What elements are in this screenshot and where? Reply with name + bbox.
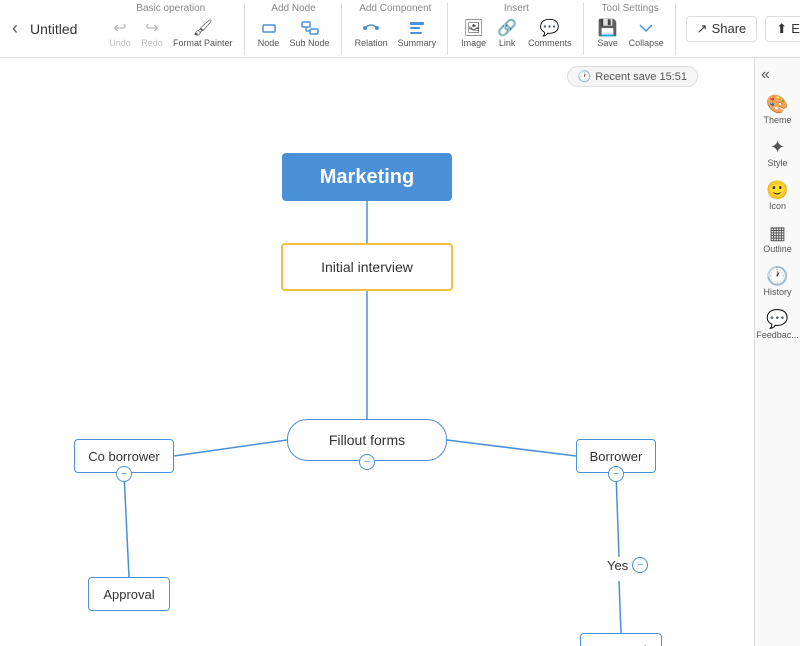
sub-node-icon [301, 18, 319, 38]
link-button[interactable]: 🔗 Link [493, 16, 521, 50]
tool-settings-label: Tool Settings [602, 3, 659, 14]
yes-collapse-btn[interactable]: − [632, 557, 648, 573]
fillout-forms-node[interactable]: Fillout forms − [287, 419, 447, 461]
panel-collapse-button[interactable]: « [757, 64, 774, 86]
add-component-group: Add Component Relation Summary [352, 3, 449, 55]
co-borrower-node[interactable]: Co borrower − [74, 439, 174, 473]
add-node-group: Add Node Node Sub Node [255, 3, 342, 55]
insert-label: Insert [504, 3, 529, 14]
right-toolbar: ↗ Share ⬆ Export [686, 16, 800, 42]
yes-node[interactable]: Yes − [607, 557, 648, 573]
toolbar: ‹ Untitled Basic operation ↩ Undo ↪ Redo… [0, 0, 800, 58]
export-button[interactable]: ⬆ Export [765, 16, 800, 42]
save-icon: 💾 [598, 18, 618, 38]
borrower-node[interactable]: Borrower − [576, 439, 656, 473]
image-button[interactable]: 🖼 Image [458, 16, 489, 50]
redo-button[interactable]: ↪ Redo [138, 16, 166, 50]
back-button[interactable]: ‹ [6, 16, 24, 41]
image-icon: 🖼 [463, 18, 483, 38]
export-icon: ⬆ [776, 21, 787, 37]
history-icon: 🕐 [766, 266, 788, 287]
format-painter-icon: 🖌 [193, 18, 213, 38]
relation-icon [362, 18, 380, 38]
icon-icon: 🙂 [766, 180, 788, 201]
canvas-area: 🕐 Recent save 15:51 Marketing Initi [0, 58, 800, 646]
save-button[interactable]: 💾 Save [594, 16, 622, 50]
coborrower-collapse-btn[interactable]: − [116, 466, 132, 482]
basic-operation-group: Basic operation ↩ Undo ↪ Redo 🖌 Format P… [106, 3, 245, 55]
add-node-label: Add Node [271, 3, 315, 14]
marketing-node[interactable]: Marketing [282, 153, 452, 201]
add-component-label: Add Component [359, 3, 431, 14]
collapse-button[interactable]: Collapse [626, 16, 667, 50]
summary-button[interactable]: Summary [395, 16, 440, 50]
icon-panel-item[interactable]: 🙂 Icon [756, 176, 800, 215]
save-status: 🕐 Recent save 15:51 [567, 66, 698, 87]
initial-interview-node[interactable]: Initial interview [281, 243, 453, 291]
link-icon: 🔗 [497, 18, 517, 38]
comments-icon: 💬 [540, 18, 560, 38]
approval-right-node[interactable]: Approval [580, 633, 662, 646]
share-button[interactable]: ↗ Share [686, 16, 758, 42]
feedback-panel-item[interactable]: 💬 Feedbac... [756, 305, 800, 344]
node-button[interactable]: Node [255, 16, 283, 50]
fillout-collapse-btn[interactable]: − [359, 454, 375, 470]
app-title: Untitled [30, 21, 90, 37]
outline-panel-item[interactable]: ▦ Outline [756, 219, 800, 258]
collapse-icon [637, 18, 655, 38]
history-panel-item[interactable]: 🕐 History [756, 262, 800, 301]
clock-icon: 🕐 [578, 70, 592, 83]
outline-icon: ▦ [769, 223, 786, 244]
redo-icon: ↪ [145, 18, 158, 38]
feedback-icon: 💬 [766, 309, 788, 330]
style-panel-item[interactable]: ✦ Style [756, 133, 800, 172]
comments-button[interactable]: 💬 Comments [525, 16, 575, 50]
format-painter-button[interactable]: 🖌 Format Painter [170, 16, 236, 50]
tool-settings-group: Tool Settings 💾 Save Collapse [594, 3, 676, 55]
summary-icon [408, 18, 426, 38]
insert-group: Insert 🖼 Image 🔗 Link 💬 Comments [458, 3, 584, 55]
share-icon: ↗ [697, 21, 708, 37]
theme-icon: 🎨 [766, 94, 788, 115]
undo-button[interactable]: ↩ Undo [106, 16, 134, 50]
sub-node-button[interactable]: Sub Node [287, 16, 333, 50]
right-panel: « 🎨 Theme ✦ Style 🙂 Icon ▦ Outline 🕐 His… [754, 58, 800, 646]
main-canvas[interactable]: 🕐 Recent save 15:51 Marketing Initi [0, 58, 754, 646]
borrower-collapse-btn[interactable]: − [608, 466, 624, 482]
style-icon: ✦ [770, 137, 785, 158]
approval-left-node[interactable]: Approval [88, 577, 170, 611]
basic-operation-label: Basic operation [136, 3, 205, 14]
relation-button[interactable]: Relation [352, 16, 391, 50]
node-icon [260, 18, 278, 38]
theme-panel-item[interactable]: 🎨 Theme [756, 90, 800, 129]
undo-icon: ↩ [113, 18, 126, 38]
